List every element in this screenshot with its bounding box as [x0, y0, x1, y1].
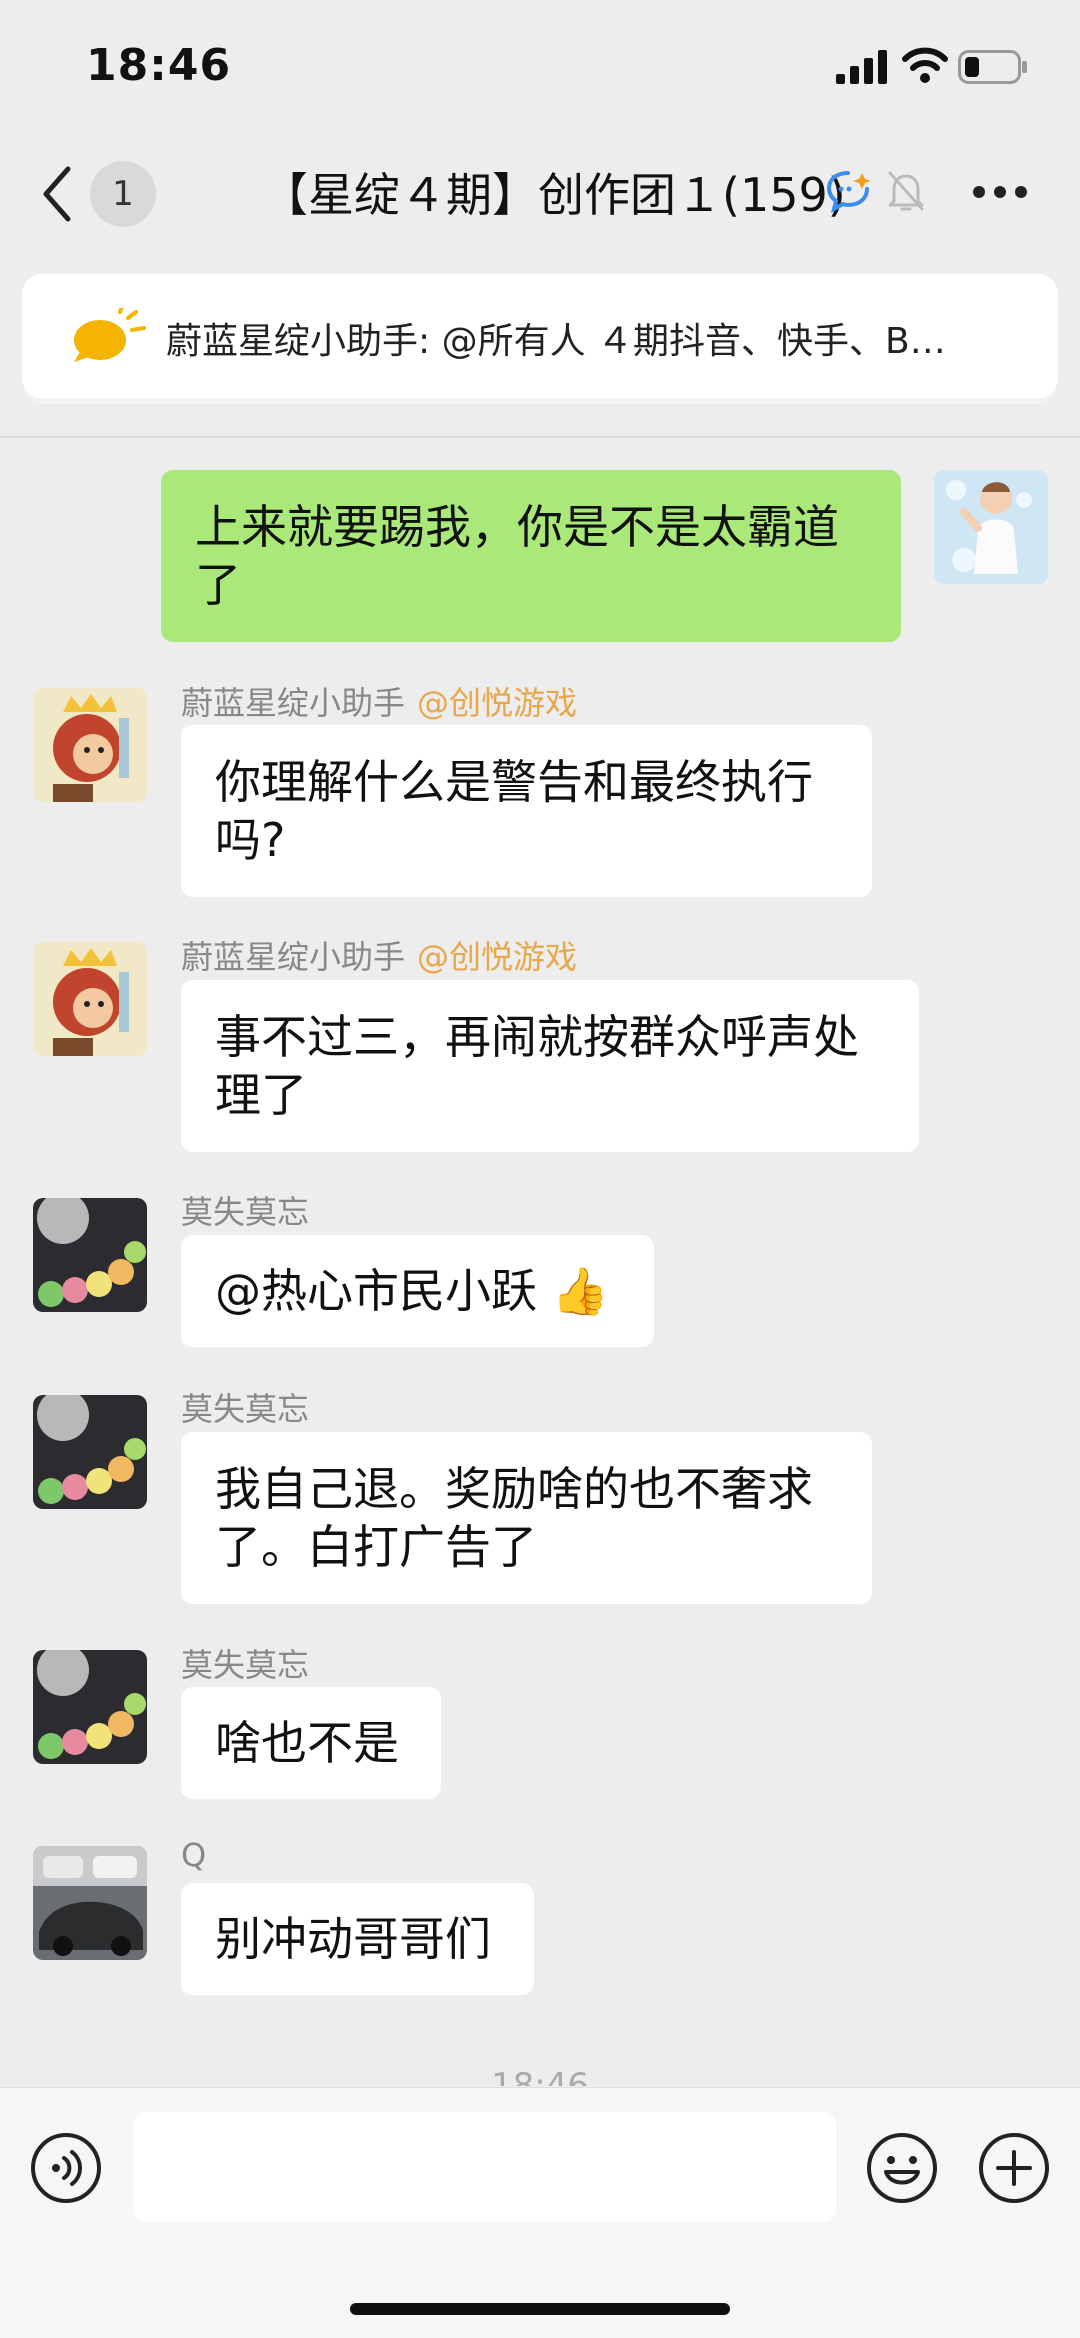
sender-mention: @创悦游戏 — [417, 938, 578, 976]
mute-bell-icon — [888, 171, 924, 211]
message-text: @热心市民小跃 👍 — [215, 1264, 609, 1318]
message-bubble[interactable]: @热心市民小跃 👍 — [181, 1235, 654, 1347]
message-text: 你理解什么是警告和最终执行吗? — [215, 755, 813, 867]
message-text: 我自己退。奖励啥的也不奢求了。白打广告了 — [215, 1462, 813, 1574]
pinned-notice[interactable]: 蔚蓝星绽小助手: @所有人 ４期抖音、快手、B… — [22, 274, 1058, 398]
sender-name: 莫失莫忘 — [181, 1384, 309, 1430]
message-bubble[interactable]: 事不过三，再闹就按群众呼声处理了 — [181, 980, 919, 1152]
sender-name: Q — [181, 1836, 206, 1874]
voice-icon[interactable] — [30, 2132, 102, 2204]
message-text: 事不过三，再闹就按群众呼声处理了 — [215, 1010, 859, 1122]
sender-name-text: 蔚蓝星绽小助手 — [181, 938, 406, 976]
sender-name: 蔚蓝星绽小助手 @创悦游戏 — [181, 932, 577, 978]
header-divider — [0, 436, 1080, 438]
message-bubble[interactable]: 你理解什么是警告和最终执行吗? — [181, 725, 872, 897]
sender-name-text: Q — [181, 1836, 207, 1874]
wifi-icon — [902, 47, 948, 83]
sender-avatar[interactable] — [33, 1395, 147, 1509]
sender-name: 蔚蓝星绽小助手 @创悦游戏 — [181, 678, 577, 724]
sender-name-text: 蔚蓝星绽小助手 — [181, 684, 406, 722]
pinned-notice-text: 蔚蓝星绽小助手: @所有人 ４期抖音、快手、B… — [166, 321, 946, 362]
message-text: 别冲动哥哥们 — [215, 1912, 491, 1966]
sender-avatar[interactable] — [33, 1846, 147, 1960]
sender-avatar[interactable] — [33, 942, 147, 1056]
input-bar — [0, 2087, 1080, 2338]
message-bubble[interactable]: 我自己退。奖励啥的也不奢求了。白打广告了 — [181, 1432, 872, 1604]
plus-circle-icon[interactable] — [978, 2132, 1050, 2204]
sender-name-text: 莫失莫忘 — [181, 1646, 310, 1684]
home-indicator — [350, 2303, 730, 2315]
message-bubble[interactable]: 别冲动哥哥们 — [181, 1883, 534, 1995]
sender-name: 莫失莫忘 — [181, 1187, 309, 1233]
signal-icon — [836, 50, 887, 84]
megaphone-icon — [74, 308, 146, 362]
chat-title[interactable]: 【星绽４期】创作团１(159) — [262, 159, 846, 225]
sender-avatar[interactable] — [33, 1198, 147, 1312]
status-bar: 18:46 — [0, 0, 1080, 135]
nav-bar: 1 【星绽４期】创作团１(159) — [0, 135, 1080, 255]
message-bubble-self[interactable]: 上来就要踢我，你是不是太霸道了 — [161, 470, 901, 642]
timestamp-partial: 18:46 — [491, 2066, 589, 2086]
unread-count-badge[interactable]: 1 — [90, 161, 156, 227]
more-dots-icon[interactable] — [972, 185, 1028, 199]
message-text: 啥也不是 — [215, 1716, 399, 1770]
sender-name: 莫失莫忘 — [181, 1640, 309, 1686]
ai-chat-icon[interactable] — [826, 169, 874, 213]
battery-icon — [958, 50, 1027, 84]
emoji-icon[interactable] — [866, 2132, 938, 2204]
message-input[interactable] — [134, 2112, 836, 2222]
sender-name-text: 莫失莫忘 — [181, 1390, 310, 1428]
sender-name-text: 莫失莫忘 — [181, 1193, 310, 1231]
chevron-left-icon[interactable] — [38, 163, 74, 225]
message-text: 上来就要踢我，你是不是太霸道了 — [195, 500, 839, 612]
sender-avatar[interactable] — [33, 688, 147, 802]
self-avatar[interactable] — [934, 470, 1048, 584]
sender-avatar[interactable] — [33, 1650, 147, 1764]
message-bubble[interactable]: 啥也不是 — [181, 1687, 441, 1799]
status-time: 18:46 — [86, 40, 232, 91]
sender-mention: @创悦游戏 — [417, 684, 578, 722]
